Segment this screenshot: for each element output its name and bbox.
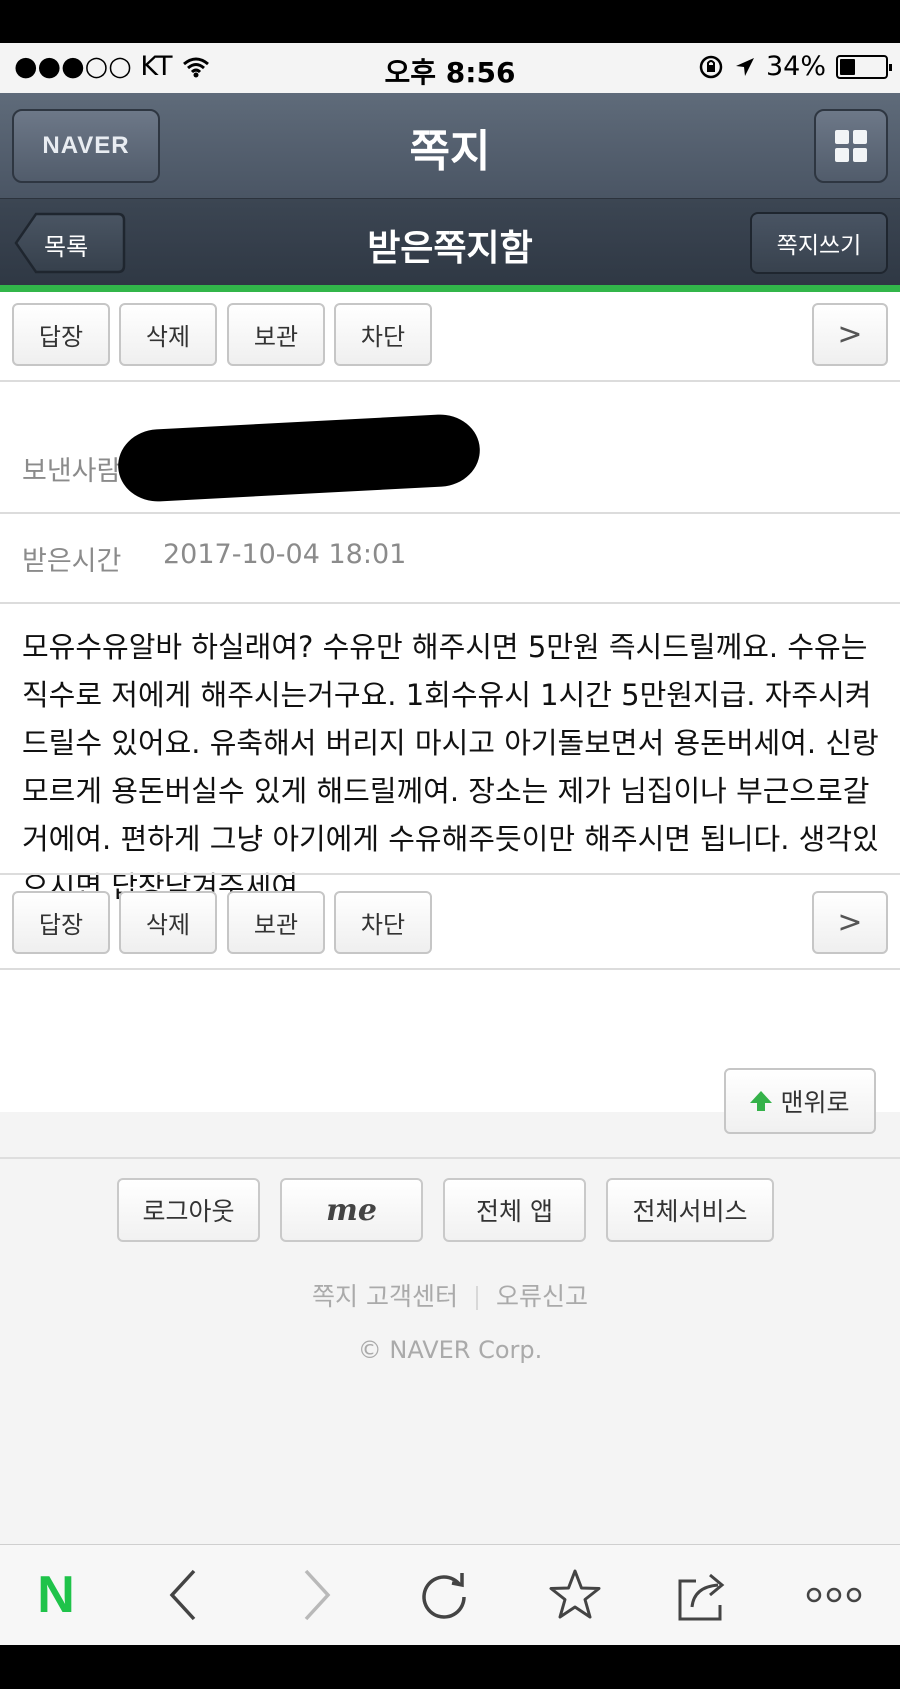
next-message-button[interactable]: > bbox=[812, 891, 888, 954]
message-toolbar-top: 답장 삭제 보관 차단 > bbox=[0, 292, 900, 370]
received-time-label: 받은시간 bbox=[22, 546, 122, 577]
accent-bar bbox=[0, 285, 900, 292]
location-arrow-icon bbox=[735, 57, 754, 76]
naver-logo: N bbox=[37, 1566, 75, 1624]
report-error-link[interactable]: 오류신고 bbox=[496, 1282, 588, 1311]
battery-icon bbox=[836, 54, 892, 79]
reply-button[interactable]: 답장 bbox=[12, 303, 110, 366]
more-icon bbox=[806, 1587, 862, 1603]
phone-screen: ●●●○○ KT 오후 8:56 34% NAVER 쪽지 목록 받은쪽지함 쪽… bbox=[0, 43, 900, 1645]
me-button[interactable]: me bbox=[280, 1178, 423, 1242]
forward-button[interactable] bbox=[284, 1563, 348, 1627]
share-icon bbox=[678, 1573, 725, 1621]
divider bbox=[0, 512, 900, 514]
link-divider bbox=[475, 1286, 478, 1310]
menu-grid-button[interactable] bbox=[814, 109, 888, 183]
chevron-right-icon: > bbox=[837, 317, 863, 352]
naver-app-button[interactable]: N bbox=[24, 1563, 88, 1627]
footer-links: 쪽지 고객센터 오류신고 bbox=[0, 1277, 900, 1313]
bookmark-star-icon bbox=[549, 1569, 601, 1619]
delete-button[interactable]: 삭제 bbox=[119, 303, 217, 366]
reload-icon bbox=[422, 1573, 466, 1619]
rotation-lock-icon bbox=[699, 55, 723, 78]
footer: 로그아웃 me 전체 앱 전체서비스 쪽지 고객센터 오류신고 © NAVER C… bbox=[0, 1157, 900, 1587]
status-bar: ●●●○○ KT 오후 8:56 34% bbox=[0, 43, 900, 93]
share-button[interactable] bbox=[671, 1563, 735, 1627]
more-button[interactable] bbox=[802, 1563, 866, 1627]
sender-label: 보낸사람 bbox=[22, 456, 122, 487]
app-header: NAVER 쪽지 bbox=[0, 93, 900, 199]
back-button[interactable] bbox=[152, 1563, 216, 1627]
divider bbox=[0, 968, 900, 970]
block-button[interactable]: 차단 bbox=[334, 303, 432, 366]
arrow-up-icon bbox=[750, 1091, 773, 1111]
help-center-link[interactable]: 쪽지 고객센터 bbox=[312, 1282, 458, 1311]
divider bbox=[0, 602, 900, 604]
grid-icon bbox=[835, 130, 867, 162]
page-title: 쪽지 bbox=[409, 126, 491, 177]
battery-percent: 34% bbox=[765, 51, 826, 82]
message-toolbar-bottom: 답장 삭제 보관 차단 > bbox=[0, 880, 900, 958]
copyright: © NAVER Corp. bbox=[357, 1336, 543, 1364]
chevron-right-icon: > bbox=[837, 905, 863, 940]
back-icon bbox=[169, 1569, 196, 1621]
block-button[interactable]: 차단 bbox=[334, 891, 432, 954]
next-message-button[interactable]: > bbox=[812, 303, 888, 366]
write-message-button[interactable]: 쪽지쓰기 bbox=[750, 212, 888, 274]
bookmark-button[interactable] bbox=[543, 1563, 607, 1627]
forward-icon bbox=[304, 1569, 331, 1621]
logout-button[interactable]: 로그아웃 bbox=[117, 1178, 260, 1242]
all-apps-button[interactable]: 전체 앱 bbox=[443, 1178, 586, 1242]
reload-button[interactable] bbox=[412, 1563, 476, 1627]
delete-button[interactable]: 삭제 bbox=[119, 891, 217, 954]
sub-header: 목록 받은쪽지함 쪽지쓰기 bbox=[0, 199, 900, 285]
archive-button[interactable]: 보관 bbox=[227, 891, 325, 954]
received-time-value: 2017-10-04 18:01 bbox=[163, 539, 407, 570]
reply-button[interactable]: 답장 bbox=[12, 891, 110, 954]
archive-button[interactable]: 보관 bbox=[227, 303, 325, 366]
divider bbox=[0, 380, 900, 382]
all-services-button[interactable]: 전체서비스 bbox=[606, 1178, 774, 1242]
browser-toolbar: N bbox=[0, 1544, 900, 1645]
divider bbox=[0, 873, 900, 875]
scroll-to-top-label: 맨위로 bbox=[780, 1088, 850, 1117]
scroll-to-top-button[interactable]: 맨위로 bbox=[724, 1068, 876, 1134]
message-body: 모유수유알바 하실래여? 수유만 해주시면 5만원 즉시드릴께요. 수유는 직수… bbox=[22, 630, 879, 904]
